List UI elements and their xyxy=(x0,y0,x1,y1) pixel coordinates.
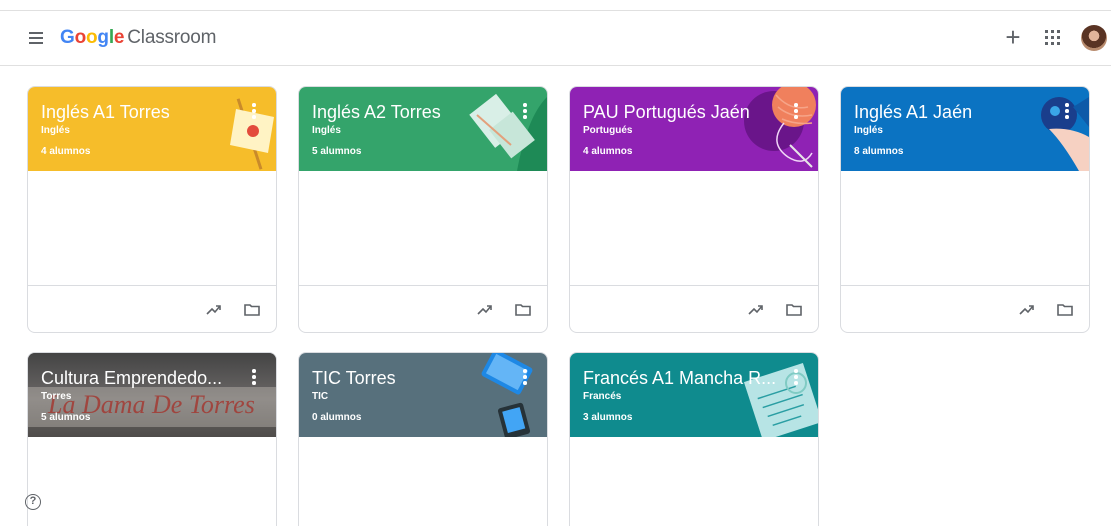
card-footer xyxy=(570,285,818,332)
class-subject: Portugués xyxy=(583,125,633,136)
student-count: 4 alumnos xyxy=(41,146,91,157)
class-subject: Inglés xyxy=(312,125,341,136)
add-class-button[interactable]: + xyxy=(1002,24,1024,52)
class-title[interactable]: Inglés A1 Torres xyxy=(41,102,170,123)
class-subject: Francés xyxy=(583,391,622,402)
devices-illustration xyxy=(481,353,533,437)
flag-illustration xyxy=(230,98,274,170)
notebook-illustration xyxy=(469,93,547,171)
card-body xyxy=(299,437,547,526)
student-count: 3 alumnos xyxy=(583,412,633,423)
card-body xyxy=(299,171,547,285)
app-logo[interactable]: Google Classroom xyxy=(60,27,216,49)
letter-illustration xyxy=(743,362,818,437)
class-subject: Torres xyxy=(41,391,72,402)
student-count: 0 alumnos xyxy=(312,412,362,423)
more-options-icon[interactable] xyxy=(515,101,535,121)
card-header: La Dama De Torres Cultura Emprendedo... … xyxy=(28,353,276,437)
google-wordmark: Google xyxy=(60,27,125,48)
trending-up-icon[interactable] xyxy=(475,300,495,320)
card-body xyxy=(570,437,818,526)
card-footer xyxy=(299,285,547,332)
main-menu-button[interactable] xyxy=(24,25,50,51)
class-card: PAU Portugués Jaén Portugués 4 alumnos xyxy=(569,86,819,333)
card-header: Francés A1 Mancha R... Francés 3 alumnos xyxy=(570,353,818,437)
more-options-icon[interactable] xyxy=(1057,101,1077,121)
card-body xyxy=(28,437,276,526)
card-header: PAU Portugués Jaén Portugués 4 alumnos xyxy=(570,87,818,171)
folder-icon[interactable] xyxy=(242,300,262,320)
class-title[interactable]: Inglés A2 Torres xyxy=(312,102,441,123)
class-card: La Dama De Torres Cultura Emprendedo... … xyxy=(27,352,277,526)
help-icon[interactable]: ? xyxy=(25,494,41,510)
folder-icon[interactable] xyxy=(513,300,533,320)
more-options-icon[interactable] xyxy=(515,367,535,387)
card-body xyxy=(28,171,276,285)
card-body xyxy=(841,171,1089,285)
card-body xyxy=(570,171,818,285)
top-bar: Google Classroom + xyxy=(0,10,1111,66)
card-header: TIC Torres TIC 0 alumnos xyxy=(299,353,547,437)
class-title[interactable]: Francés A1 Mancha R... xyxy=(583,368,776,389)
google-apps-icon[interactable] xyxy=(1045,30,1061,46)
card-header: Inglés A2 Torres Inglés 5 alumnos xyxy=(299,87,547,171)
folder-icon[interactable] xyxy=(784,300,804,320)
student-count: 4 alumnos xyxy=(583,146,633,157)
card-footer xyxy=(841,285,1089,332)
product-name: Classroom xyxy=(127,27,217,48)
card-header: Inglés A1 Torres Inglés 4 alumnos xyxy=(28,87,276,171)
class-subject: Inglés xyxy=(854,125,883,136)
trending-up-icon[interactable] xyxy=(746,300,766,320)
class-card: Inglés A2 Torres Inglés 5 alumnos xyxy=(298,86,548,333)
class-subject: Inglés xyxy=(41,125,70,136)
trending-up-icon[interactable] xyxy=(204,300,224,320)
more-options-icon[interactable] xyxy=(786,101,806,121)
yarn-illustration xyxy=(744,87,816,168)
class-subject: TIC xyxy=(312,391,329,402)
student-count: 8 alumnos xyxy=(854,146,904,157)
class-title[interactable]: Inglés A1 Jaén xyxy=(854,102,972,123)
globe-illustration xyxy=(1041,97,1089,171)
account-avatar[interactable] xyxy=(1081,25,1107,51)
class-card: Inglés A1 Torres Inglés 4 alumnos xyxy=(27,86,277,333)
class-title[interactable]: PAU Portugués Jaén xyxy=(583,102,750,123)
class-title[interactable]: Cultura Emprendedo... xyxy=(41,368,222,389)
student-count: 5 alumnos xyxy=(41,412,91,423)
more-options-icon[interactable] xyxy=(244,367,264,387)
class-card: Francés A1 Mancha R... Francés 3 alumnos xyxy=(569,352,819,526)
class-card: Inglés A1 Jaén Inglés 8 alumnos xyxy=(840,86,1090,333)
class-title[interactable]: TIC Torres xyxy=(312,368,396,389)
more-options-icon[interactable] xyxy=(786,367,806,387)
student-count: 5 alumnos xyxy=(312,146,362,157)
trending-up-icon[interactable] xyxy=(1017,300,1037,320)
card-footer xyxy=(28,285,276,332)
card-header: Inglés A1 Jaén Inglés 8 alumnos xyxy=(841,87,1089,171)
folder-icon[interactable] xyxy=(1055,300,1075,320)
more-options-icon[interactable] xyxy=(244,101,264,121)
class-card: TIC Torres TIC 0 alumnos xyxy=(298,352,548,526)
